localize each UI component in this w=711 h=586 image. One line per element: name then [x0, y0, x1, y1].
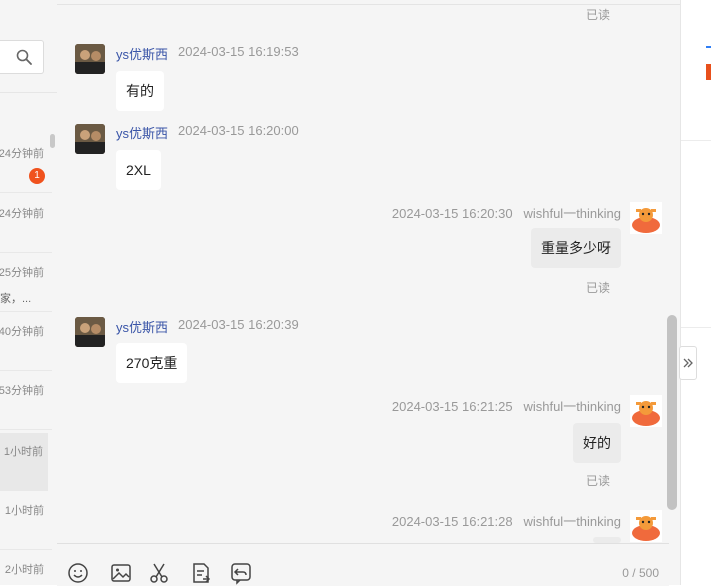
search-button[interactable] — [0, 40, 44, 74]
scissors-icon[interactable] — [147, 561, 171, 585]
conversation-item[interactable]: 25分钟前 家，... — [0, 254, 52, 312]
emoji-icon[interactable] — [66, 561, 90, 585]
conversation-time: 2小时前 — [4, 564, 44, 576]
chat-window: 已读 ys优斯西 2024-03-15 16:19:53 有的 ys优斯西 20… — [57, 0, 680, 586]
read-status: 已读 — [586, 8, 611, 22]
search-icon — [16, 49, 32, 65]
message-header: 2024-03-15 16:21:28 wishful一thinking — [392, 511, 621, 530]
customer-avatar[interactable] — [75, 124, 105, 154]
conversation-time: 1小时前 — [4, 505, 44, 517]
sender-name: ys优斯西 — [116, 47, 169, 62]
message-header: 2024-03-15 16:20:30 wishful一thinking — [392, 203, 621, 222]
conversation-time: 25分钟前 — [0, 267, 44, 279]
double-chevron-right-icon — [683, 358, 693, 368]
conversation-item[interactable]: 40分钟前 — [0, 313, 52, 371]
message-bubble: 重量多少呀 — [531, 228, 621, 268]
input-toolbar: 0 / 500 — [57, 543, 669, 586]
message-time: 2024-03-15 16:20:39 — [178, 317, 299, 332]
conversation-item-active[interactable]: 1小时前 — [0, 433, 48, 491]
conversation-item[interactable]: 2小时前 — [0, 551, 52, 585]
expand-panel-button[interactable] — [679, 346, 697, 380]
conversation-item[interactable]: 24分钟前 1 — [0, 135, 52, 193]
divider — [681, 327, 711, 328]
message-time: 2024-03-15 16:20:00 — [178, 123, 299, 138]
self-avatar[interactable] — [630, 510, 662, 542]
self-avatar[interactable] — [630, 395, 662, 427]
chat-scrollbar[interactable] — [667, 315, 677, 510]
conversation-item[interactable]: 53分钟前 — [0, 372, 52, 430]
divider — [57, 4, 680, 5]
sender-name: ys优斯西 — [116, 320, 169, 335]
message-time: 2024-03-15 16:19:53 — [178, 44, 299, 59]
unread-badge: 1 — [29, 168, 45, 184]
read-status: 已读 — [586, 281, 611, 295]
divider — [0, 92, 57, 93]
right-panel — [679, 0, 711, 585]
read-status: 已读 — [586, 474, 611, 488]
message-time: 2024-03-15 16:21:28 — [391, 514, 513, 529]
note-icon[interactable] — [189, 561, 213, 585]
message-header: 2024-03-15 16:21:25 wishful一thinking — [392, 396, 621, 415]
sender-name: wishful一thinking — [523, 206, 621, 221]
self-avatar[interactable] — [630, 202, 662, 234]
sender-name: wishful一thinking — [523, 399, 621, 414]
conversation-item[interactable]: 24分钟前 — [0, 195, 52, 253]
tag-marker — [706, 64, 711, 80]
char-counter: 0 / 500 — [622, 566, 659, 580]
active-tab-indicator — [706, 46, 711, 48]
conversation-preview: 家，... — [0, 293, 32, 305]
conversation-list: 24分钟前 1 24分钟前 25分钟前 家，... 40分钟前 53分钟前 1小… — [0, 0, 58, 585]
customer-avatar[interactable] — [75, 44, 105, 74]
message-bubble: 2XL — [116, 150, 161, 190]
list-scrollbar[interactable] — [50, 134, 55, 148]
message-bubble: 好的 — [573, 423, 621, 463]
message-bubble: 有的 — [116, 71, 164, 111]
conversation-time: 1小时前 — [3, 446, 43, 458]
conversation-time: 24分钟前 — [0, 208, 44, 220]
return-icon[interactable] — [229, 561, 253, 585]
conversation-item[interactable]: 1小时前 — [0, 492, 52, 550]
sender-name: ys优斯西 — [116, 126, 169, 141]
conversation-time: 24分钟前 — [0, 148, 44, 160]
conversation-time: 53分钟前 — [0, 385, 44, 397]
customer-avatar[interactable] — [75, 317, 105, 347]
divider — [681, 140, 711, 141]
message-time: 2024-03-15 16:20:30 — [391, 206, 513, 221]
message-time: 2024-03-15 16:21:25 — [391, 399, 513, 414]
message-bubble: 270克重 — [116, 343, 188, 383]
conversation-time: 40分钟前 — [0, 326, 44, 338]
sender-name: wishful一thinking — [523, 514, 621, 529]
image-icon[interactable] — [109, 561, 133, 585]
